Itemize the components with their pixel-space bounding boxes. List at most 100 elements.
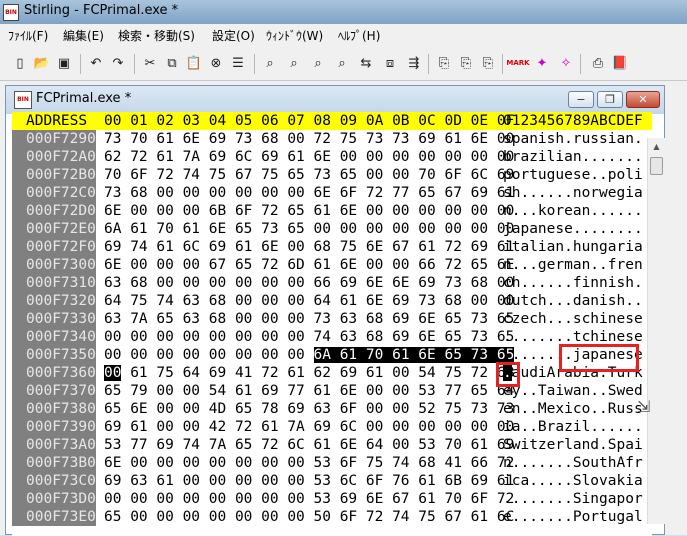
find-next-icon[interactable]: ⌕ (284, 53, 304, 73)
redo-icon[interactable]: ↷ (108, 53, 128, 73)
find-icon[interactable]: ⌕ (260, 53, 280, 73)
row-hex[interactable]: 6E 00 00 00 6B 6F 72 65 61 6E 00 00 00 0… (104, 202, 514, 220)
menu-file[interactable]: ﾌｧｲﾙ(F) (8, 27, 48, 44)
menu-window[interactable]: ｳｨﾝﾄﾞｳ(W) (266, 27, 323, 44)
scrollbar-thumb[interactable] (650, 157, 663, 175)
row-hex[interactable]: 6E 00 00 00 67 65 72 6D 61 6E 00 00 66 7… (104, 256, 514, 274)
row-hex[interactable]: 53 77 69 74 7A 65 72 6C 61 6E 64 00 53 7… (104, 436, 514, 454)
table-row[interactable]: 000F7350 00 00 00 00 00 00 00 00 6A 61 7… (12, 346, 652, 364)
row-ascii[interactable]: japanese........ (503, 220, 643, 238)
open-folder-icon[interactable]: 📂 (32, 53, 52, 73)
table-row[interactable]: 000F7370 65 79 00 00 54 61 69 77 61 6E 00… (12, 382, 652, 400)
row-ascii[interactable]: dutch...danish.. (503, 292, 643, 310)
book-icon[interactable]: 📕 (610, 53, 630, 73)
insert-icon[interactable]: ⎘ (434, 53, 454, 73)
insert-up-icon[interactable]: ⎘ (478, 53, 498, 73)
row-ascii[interactable]: spanish.russian. (503, 130, 643, 148)
table-row[interactable]: 000F7380 65 6E 00 00 4D 65 78 69 63 6F 00… (12, 400, 652, 418)
minimize-button[interactable]: − (568, 91, 594, 108)
table-row[interactable]: 000F72E0 6A 61 70 61 6E 65 73 65 00 00 00… (12, 220, 652, 238)
row-hex[interactable]: 00 00 00 00 00 00 00 00 6A 61 70 61 6E 6… (104, 346, 515, 364)
row-ascii[interactable]: sh......norwegia (503, 184, 643, 202)
new-file-icon[interactable]: ▯ (10, 53, 30, 73)
hex-editor[interactable]: ADDRESS 00 01 02 03 04 05 06 07 08 09 0A… (12, 112, 652, 536)
undo-icon[interactable]: ↶ (86, 53, 106, 73)
row-hex[interactable]: 69 63 61 00 00 00 00 00 53 6C 6F 76 61 6… (104, 472, 514, 490)
replace-icon[interactable]: ⇆ (356, 53, 376, 73)
row-ascii[interactable]: ica.....Slovakia (503, 472, 643, 490)
bookmark-prev-icon[interactable]: ✧ (556, 53, 576, 73)
cut-icon[interactable]: ✂ (140, 53, 160, 73)
hex-bytes[interactable]: 61 75 64 69 41 72 61 62 69 61 00 54 75 7… (121, 365, 514, 381)
row-ascii[interactable]: italian.hungaria (503, 238, 643, 256)
app-titlebar[interactable]: BIN Stirling - FCPrimal.exe * (0, 0, 687, 24)
scroll-up-icon[interactable]: ▲ (648, 138, 665, 155)
jump-icon[interactable]: ⇶ (404, 53, 424, 73)
bookmark-icon[interactable]: MARK (506, 53, 529, 73)
table-row[interactable]: 000F72D0 6E 00 00 00 6B 6F 72 65 61 6E 00… (12, 202, 652, 220)
row-ascii[interactable]: e.......Portugal (503, 508, 643, 526)
row-hex[interactable]: 65 6E 00 00 4D 65 78 69 63 6F 00 00 52 7… (104, 400, 514, 418)
row-ascii[interactable]: n...korean...... (503, 202, 643, 220)
hex-selection[interactable]: 6A 61 70 61 6E 65 73 65 (313, 347, 515, 363)
row-ascii[interactable]: ........Singapor (503, 490, 643, 508)
row-hex[interactable]: 00 61 75 64 69 41 72 61 62 69 61 00 54 7… (104, 364, 514, 382)
list-icon[interactable]: ☰ (228, 53, 248, 73)
row-hex[interactable]: 6E 00 00 00 00 00 00 00 53 6F 75 74 68 4… (104, 454, 514, 472)
row-hex[interactable]: 69 74 61 6C 69 61 6E 00 68 75 6E 67 61 7… (104, 238, 514, 256)
table-row[interactable]: 000F7290 73 70 61 6E 69 73 68 00 72 75 73… (12, 130, 652, 148)
table-row[interactable]: 000F7360 00 61 75 64 69 41 72 61 62 69 6… (12, 364, 652, 382)
save-icon[interactable]: ▣ (54, 53, 74, 73)
row-ascii[interactable]: n...german..fren (503, 256, 643, 274)
row-hex[interactable]: 63 68 00 00 00 00 00 00 66 69 6E 6E 69 7… (104, 274, 514, 292)
menu-search-move[interactable]: 検索・移動(S) (118, 27, 195, 44)
row-hex[interactable]: 70 6F 72 74 75 67 75 65 73 65 00 00 70 6… (104, 166, 514, 184)
row-ascii[interactable]: Switzerland.Spai (503, 436, 643, 454)
table-row[interactable]: 000F72B0 70 6F 72 74 75 67 75 65 73 65 00… (12, 166, 652, 184)
row-hex[interactable]: 00 00 00 00 00 00 00 00 74 63 68 69 6E 6… (104, 328, 514, 346)
row-ascii[interactable]: ch......finnish. (503, 274, 643, 292)
row-ascii[interactable]: brazilian....... (503, 148, 643, 166)
row-hex[interactable]: 73 70 61 6E 69 73 68 00 72 75 73 73 69 6… (104, 130, 514, 148)
row-hex[interactable]: 64 75 74 63 68 00 00 00 64 61 6E 69 73 6… (104, 292, 514, 310)
row-hex[interactable]: 00 00 00 00 00 00 00 00 53 69 6E 67 61 7… (104, 490, 514, 508)
find-up-icon[interactable]: ⌕ (332, 53, 352, 73)
row-hex[interactable]: 73 68 00 00 00 00 00 00 6E 6F 72 77 65 6… (104, 184, 514, 202)
insert-down-icon[interactable]: ⎘ (456, 53, 476, 73)
bookmark-next-icon[interactable]: ✦ (532, 53, 552, 73)
row-ascii[interactable]: ey..Taiwan..Swed (503, 382, 643, 400)
hex-bytes[interactable]: 00 00 00 00 00 00 00 00 (104, 347, 314, 363)
row-ascii[interactable]: n.......SouthAfr (503, 454, 643, 472)
table-row[interactable]: 000F7310 63 68 00 00 00 00 00 00 66 69 6E… (12, 274, 652, 292)
menu-edit[interactable]: 編集(E) (63, 27, 104, 44)
menu-help[interactable]: ﾍﾙﾌﾟ(H) (338, 27, 380, 44)
compare-icon[interactable]: ⧈ (380, 53, 400, 73)
table-row[interactable]: 000F73E0 65 00 00 00 00 00 00 00 50 6F 72… (12, 508, 652, 526)
row-hex[interactable]: 65 79 00 00 54 61 69 77 61 6E 00 00 53 7… (104, 382, 514, 400)
row-ascii[interactable]: portuguese..poli (503, 166, 643, 184)
close-button[interactable]: ✕ (626, 91, 660, 108)
table-row[interactable]: 000F7390 69 61 00 00 42 72 61 7A 69 6C 00… (12, 418, 652, 436)
print-icon[interactable]: ⎙ (588, 53, 608, 73)
row-hex[interactable]: 69 61 00 00 42 72 61 7A 69 6C 00 00 00 0… (104, 418, 514, 436)
row-hex[interactable]: 62 72 61 7A 69 6C 69 61 6E 00 00 00 00 0… (104, 148, 514, 166)
table-row[interactable]: 000F7300 6E 00 00 00 67 65 72 6D 61 6E 00… (12, 256, 652, 274)
document-titlebar[interactable]: BIN FCPrimal.exe * − ❐ ✕ (6, 86, 664, 114)
row-ascii[interactable]: czech...schinese (503, 310, 643, 328)
find-down-icon[interactable]: ⌕ (308, 53, 328, 73)
table-row[interactable]: 000F73C0 69 63 61 00 00 00 00 00 53 6C 6F… (12, 472, 652, 490)
table-row[interactable]: 000F72F0 69 74 61 6C 69 61 6E 00 68 75 6E… (12, 238, 652, 256)
table-row[interactable]: 000F7320 64 75 74 63 68 00 00 00 64 61 6E… (12, 292, 652, 310)
vertical-scrollbar[interactable]: ▲ (647, 138, 665, 524)
row-ascii[interactable]: en..Mexico..Russ (503, 400, 643, 418)
table-row[interactable]: 000F72A0 62 72 61 7A 69 6C 69 61 6E 00 00… (12, 148, 652, 166)
table-row[interactable]: 000F73A0 53 77 69 74 7A 65 72 6C 61 6E 64… (12, 436, 652, 454)
table-row[interactable]: 000F7340 00 00 00 00 00 00 00 00 74 63 68… (12, 328, 652, 346)
row-hex[interactable]: 65 00 00 00 00 00 00 00 50 6F 72 74 75 6… (104, 508, 514, 526)
table-row[interactable]: 000F72C0 73 68 00 00 00 00 00 00 6E 6F 72… (12, 184, 652, 202)
copy-icon[interactable]: ⧉ (162, 53, 182, 73)
menu-settings[interactable]: 設定(O) (212, 27, 255, 44)
row-ascii[interactable]: ia..Brazil...... (503, 418, 643, 436)
table-row[interactable]: 000F73D0 00 00 00 00 00 00 00 00 53 69 6E… (12, 490, 652, 508)
row-hex[interactable]: 63 7A 65 63 68 00 00 00 73 63 68 69 6E 6… (104, 310, 514, 328)
